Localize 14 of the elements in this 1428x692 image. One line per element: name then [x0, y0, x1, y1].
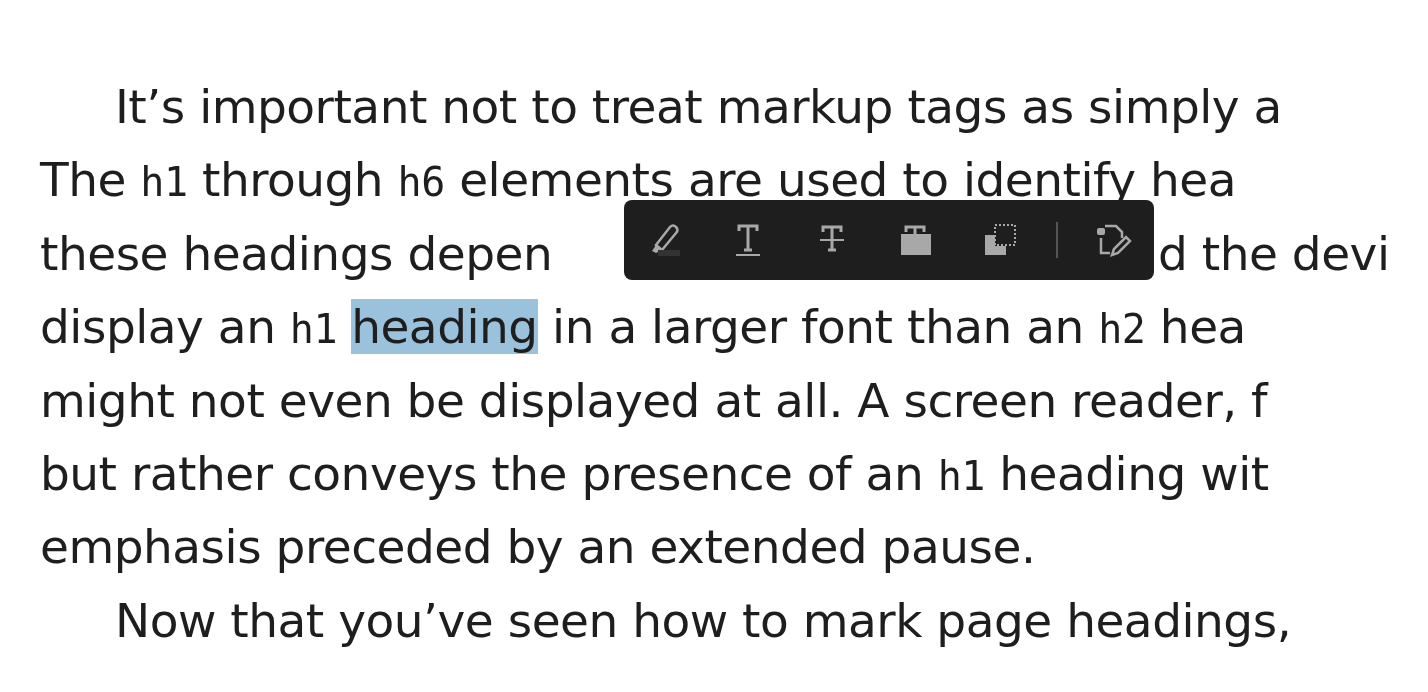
paragraph-line: It’s important not to treat markup tags as simply a [115, 78, 1282, 136]
copy-icon [984, 224, 1016, 256]
paragraph-line: these headings depen [40, 224, 553, 283]
strikethrough-icon [819, 225, 845, 255]
text-block-icon [900, 224, 932, 256]
paragraph-line: display an h1 heading in a larger font than an h2 hea [40, 298, 1246, 357]
underline-icon [735, 223, 761, 257]
paragraph-line: but rather conveys the presence of an h1 heading wit [40, 444, 1269, 503]
paragraph-line: might not even be displayed at all. A screen reader, f [40, 371, 1268, 430]
paragraph-line: Now that you’ve seen how to mark page headings, [115, 591, 1292, 650]
paragraph-line: emphasis preceded by an extended pause. [40, 518, 1036, 577]
note-edit-icon [1096, 222, 1132, 258]
paragraph-line: The h1 through h6 elements are used to identify hea [40, 151, 1237, 210]
paragraph-line: d the devi [1158, 224, 1390, 283]
